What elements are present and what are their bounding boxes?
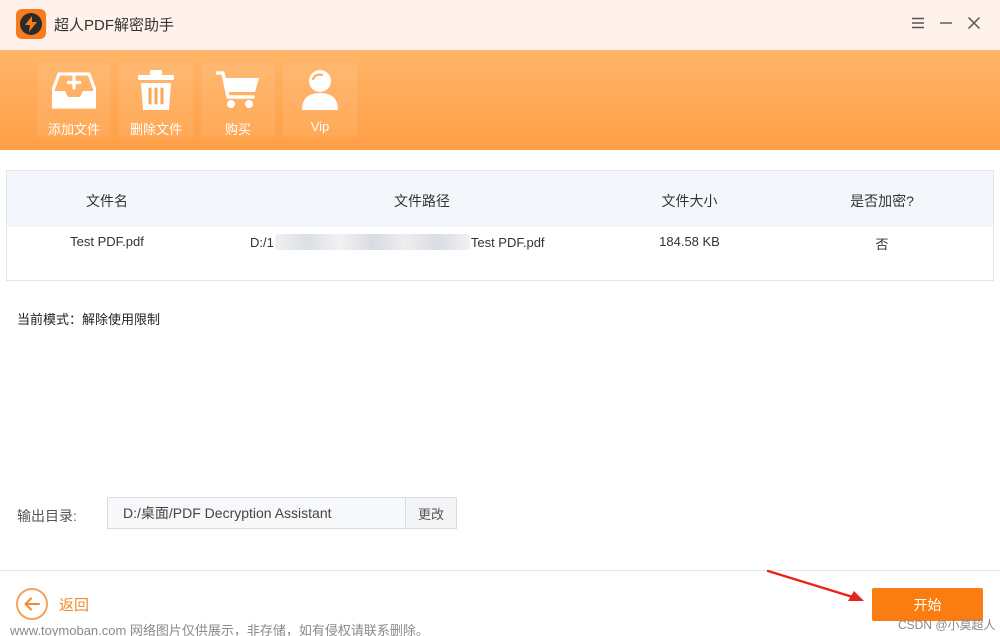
vip-button[interactable]: Vip [283,63,357,137]
trash-icon [119,67,193,113]
close-icon[interactable] [963,12,985,34]
add-file-icon [37,67,111,113]
header-file-name: 文件名 [86,193,128,209]
menu-icon[interactable] [907,12,929,34]
header-file-size: 文件大小 [661,193,718,209]
header-encrypted: 是否加密? [850,193,914,209]
output-dir-input[interactable] [107,497,406,529]
output-dir-label: 输出目录: [17,508,77,524]
add-file-label: 添加文件 [47,122,100,137]
cell-encrypted: 否 [875,237,889,252]
cell-file-size: 184.58 KB [659,234,720,249]
watermark-text: www.toymoban.com 网络图片仅供展示，非存储，如有侵权请联系删除。 [10,623,429,636]
cell-file-name: Test PDF.pdf [70,234,144,249]
cart-icon [201,67,275,113]
toolbar: 添加文件 删除文件 购买 Vip [0,50,1000,150]
table-header: 文件名 文件路径 文件大小 是否加密? [7,171,993,227]
back-button[interactable]: 返回 [16,588,89,620]
back-label: 返回 [59,596,90,614]
minimize-icon[interactable] [935,12,957,34]
buy-label: 购买 [224,122,251,137]
app-title: 超人PDF解密助手 [54,17,175,34]
add-file-button[interactable]: 添加文件 [37,63,111,137]
current-mode: 当前模式：解除使用限制 [17,312,161,327]
back-arrow-icon [16,588,48,620]
path-prefix: D:/1 [250,235,274,250]
cell-file-path: D:/1 Test PDF.pdf [250,234,620,250]
vip-label: Vip [310,119,330,134]
change-dir-button[interactable]: 更改 [405,497,457,529]
file-table: 文件名 文件路径 文件大小 是否加密? Test PDF.pdf D:/1 Tes… [6,170,994,281]
buy-button[interactable]: 购买 [201,63,275,137]
header-file-path: 文件路径 [394,193,450,209]
delete-file-button[interactable]: 删除文件 [119,63,193,137]
user-icon [283,67,357,113]
credit-text: CSDN @小莫超人 [898,618,996,632]
delete-file-label: 删除文件 [129,122,182,137]
app-logo-icon [16,9,46,39]
annotation-arrow-icon [766,569,864,601]
path-suffix: Test PDF.pdf [470,235,545,250]
path-redaction [274,234,470,250]
title-bar: 超人PDF解密助手 [0,0,1000,50]
